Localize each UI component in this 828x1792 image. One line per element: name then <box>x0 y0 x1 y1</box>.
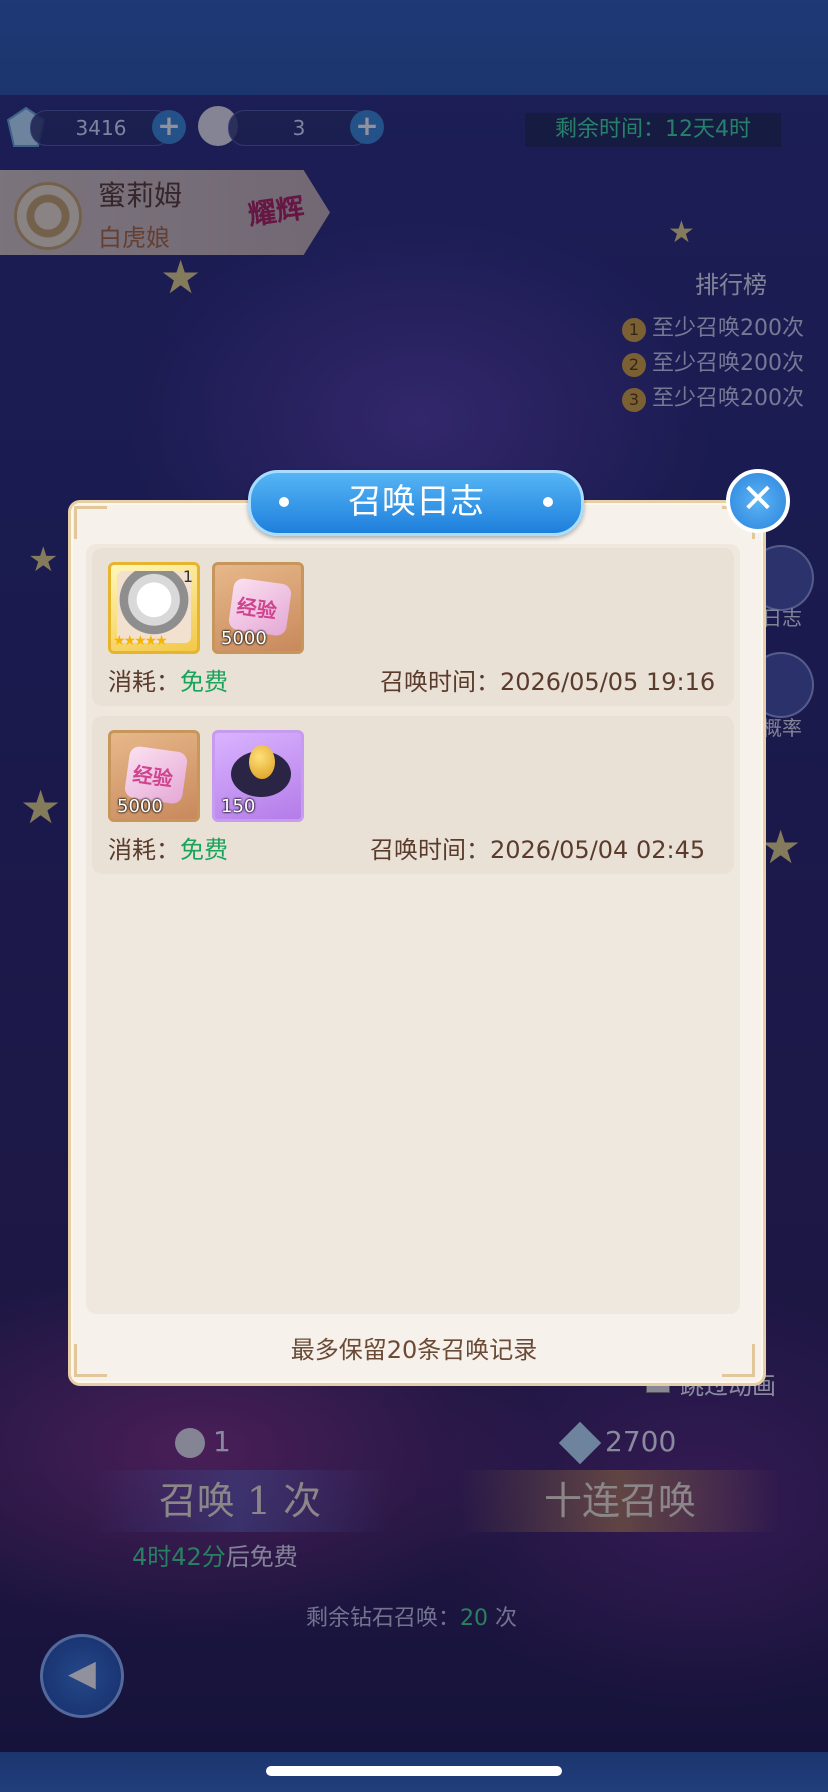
item-quantity: 5000 <box>221 628 267 649</box>
close-button[interactable]: ✕ <box>726 469 790 533</box>
star-rating: ★★★★★ <box>113 633 168 649</box>
reward-item-exp[interactable]: 经验 5000 <box>108 730 200 822</box>
home-indicator[interactable] <box>266 1766 562 1776</box>
close-icon: ✕ <box>741 476 775 522</box>
cost-text: 消耗：免费 <box>108 668 228 696</box>
cost-text: 消耗：免费 <box>108 836 228 864</box>
item-quantity: 150 <box>221 796 256 817</box>
reward-item-exp[interactable]: 经验 5000 <box>212 562 304 654</box>
summon-time-text: 召唤时间：2026/05/05 19:16 <box>380 668 716 696</box>
reward-item-character[interactable]: 1 ★★★★★ <box>108 562 200 654</box>
summon-time-text: 召唤时间：2026/05/04 02:45 <box>370 836 706 864</box>
golden-egg-icon <box>231 745 291 797</box>
dialog-title: 召唤日志 <box>248 470 584 536</box>
item-quantity: 5000 <box>117 796 163 817</box>
corner-ornament <box>74 506 107 539</box>
log-limit-note: 最多保留20条召唤记录 <box>290 1336 538 1364</box>
item-level: 1 <box>182 567 193 586</box>
reward-item-egg[interactable]: 150 <box>212 730 304 822</box>
